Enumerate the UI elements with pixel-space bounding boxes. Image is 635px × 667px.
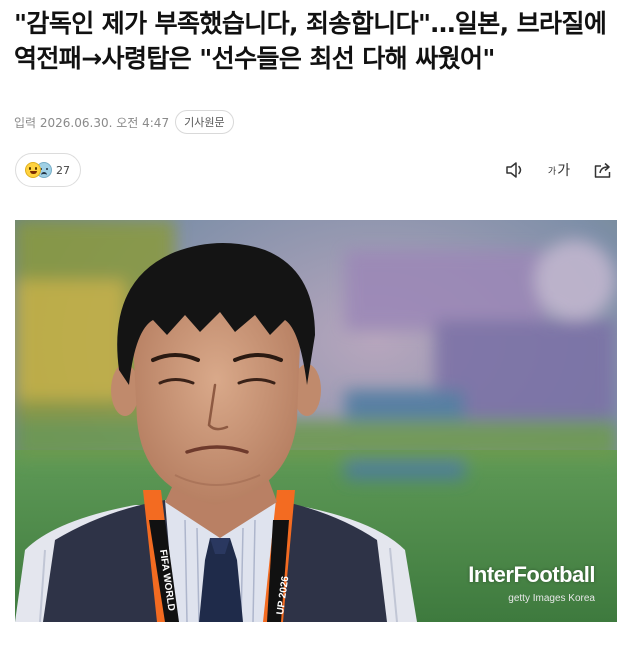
share-button[interactable] [591,158,615,182]
watermark-credit: getty Images Korea [508,593,595,604]
article-meta: 입력 2026.06.30. 오전 4:47 기사원문 [14,110,234,134]
reaction-button[interactable]: 27 [15,153,81,187]
article-headline: "감독인 제가 부족했습니다, 죄송합니다"…일본, 브라질에 역전패→사령탑은… [14,9,607,73]
article-toolbar: 가가 [503,158,615,182]
font-size-large-label: 가 [557,163,571,179]
font-size-small-label: 가 [547,166,557,177]
original-article-button[interactable]: 기사원문 [175,110,234,134]
font-size-button[interactable]: 가가 [547,158,571,182]
audio-button[interactable] [503,158,527,182]
publish-date: 입력 2026.06.30. 오전 4:47 [14,115,170,130]
smile-emoji-icon [25,162,41,178]
speaker-icon [506,162,522,178]
article-photo: FIFA WORLD UP 2026 InterFootball getty I… [15,220,617,622]
reaction-count: 27 [56,163,70,177]
watermark-brand: InterFootball [468,562,595,587]
share-icon [594,162,611,178]
